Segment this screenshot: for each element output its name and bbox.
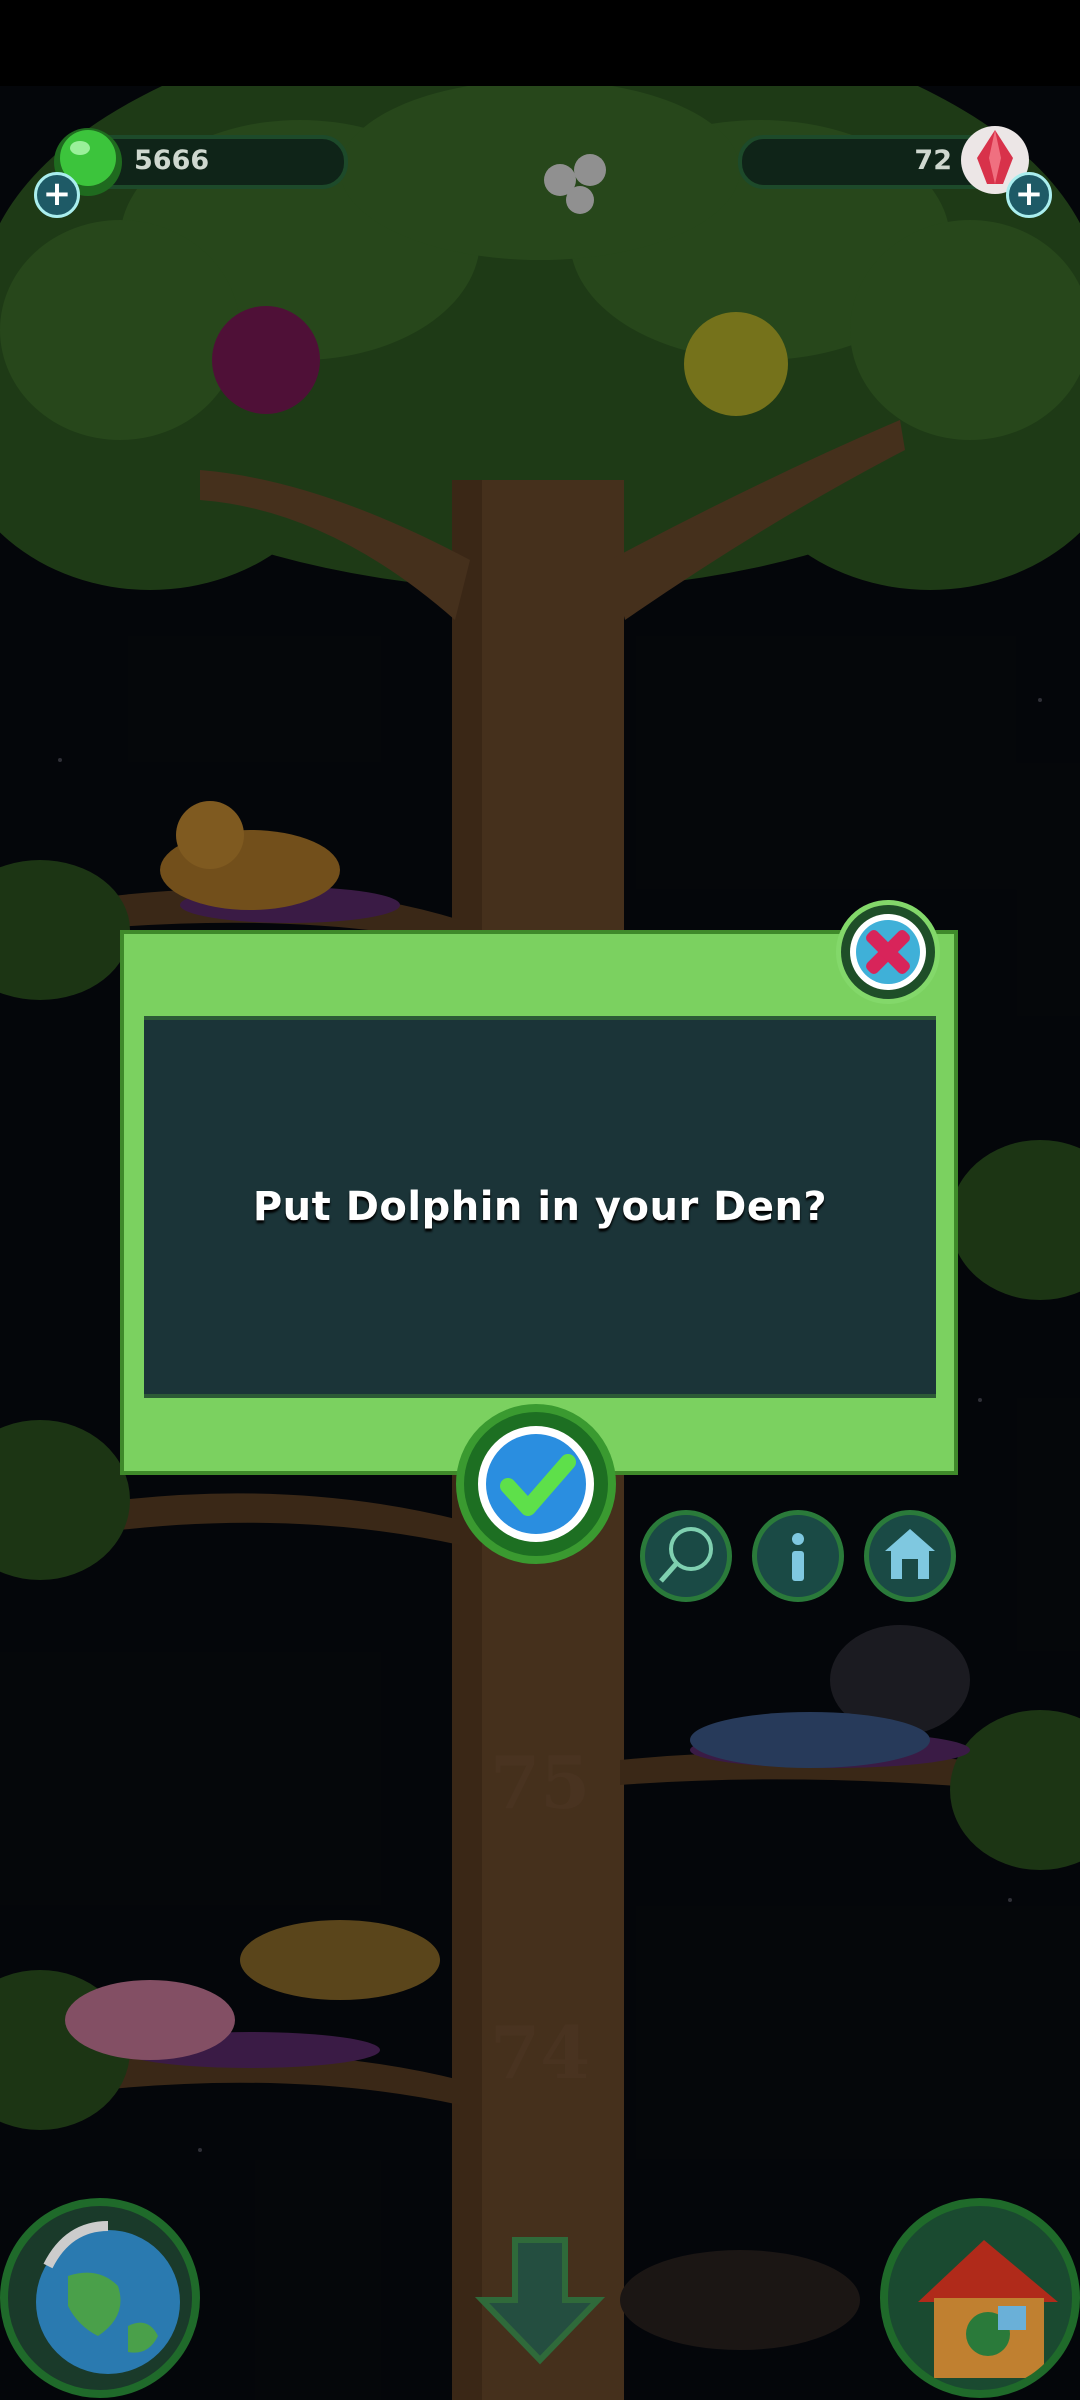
dialog-message: Put Dolphin in your Den?: [252, 1184, 828, 1230]
info-icon: [792, 1533, 804, 1581]
treehouse-button[interactable]: [880, 2198, 1080, 2398]
dialog-message-panel: Put Dolphin in your Den?: [144, 1016, 936, 1398]
add-green-gems-button[interactable]: +: [34, 172, 80, 218]
net-button[interactable]: [640, 1510, 732, 1602]
treehouse-icon: [918, 2240, 1058, 2378]
globe-icon: [36, 2221, 180, 2374]
world-map-button[interactable]: [0, 2198, 200, 2398]
status-bar: [0, 0, 1080, 86]
den-icon: [885, 1529, 935, 1579]
branch-level-75: 75: [490, 1740, 591, 1825]
down-arrow-icon: [474, 2237, 606, 2365]
close-icon: [850, 914, 926, 990]
info-button[interactable]: [752, 1510, 844, 1602]
close-button[interactable]: [836, 900, 940, 1004]
confirm-dialog: Put Dolphin in your Den?: [120, 930, 958, 1475]
add-red-crystals-button[interactable]: +: [1006, 172, 1052, 218]
scroll-down-button[interactable]: [470, 2230, 610, 2370]
green-gem-count: 5666: [134, 145, 210, 176]
red-crystal-count: 72: [914, 145, 952, 176]
confirm-button[interactable]: [456, 1404, 616, 1564]
den-button[interactable]: [864, 1510, 956, 1602]
check-icon: [478, 1426, 594, 1542]
branch-level-74: 74: [490, 2010, 591, 2095]
net-icon: [659, 1527, 713, 1583]
